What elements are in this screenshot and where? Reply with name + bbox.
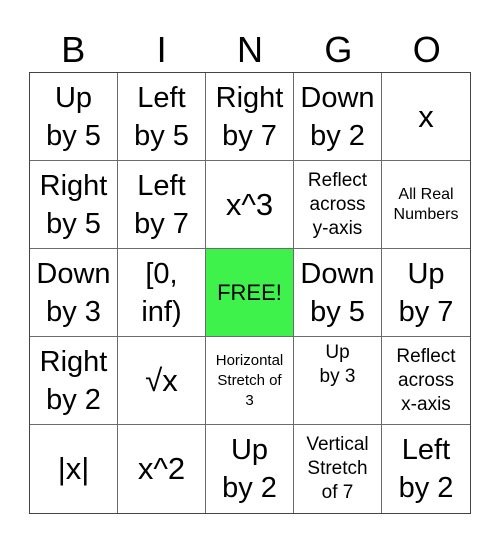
cell-label: Reflect across x-axis (396, 345, 456, 415)
cell-label: Right by 7 (215, 81, 284, 152)
bingo-cell[interactable]: Horizontal Stretch of 3 (206, 337, 294, 425)
bingo-cell[interactable]: All Real Numbers (382, 161, 470, 249)
cell-label: [0, inf) (141, 257, 182, 328)
cell-label: √x (145, 362, 178, 398)
header-letter-g: G (324, 29, 353, 70)
header-letter-o: O (412, 29, 441, 70)
bingo-card-grid: Up by 5 Left by 5 Right by 7 Down by 2 x Righ… (29, 72, 471, 514)
bingo-cell[interactable]: Up by 7 (382, 249, 470, 337)
cell-label: Left by 7 (134, 169, 189, 240)
cell-label: All Real Numbers (393, 185, 459, 223)
cell-label: Reflect across y-axis (307, 169, 368, 239)
cell-label: x^3 (225, 186, 274, 222)
cell-label: Left by 2 (398, 434, 454, 504)
cell-label: Up by 3 (319, 342, 356, 387)
cell-label: x (418, 98, 434, 134)
cell-label: Right by 5 (39, 169, 108, 240)
cell-label: Up by 7 (398, 257, 454, 328)
cell-label: Down by 3 (36, 257, 111, 328)
bingo-cell[interactable]: Vertical Stretch of 7 (294, 425, 382, 513)
bingo-cell[interactable]: Left by 2 (382, 425, 470, 513)
bingo-cell[interactable]: Reflect across y-axis (294, 161, 382, 249)
bingo-cell[interactable]: Up by 3 (294, 337, 382, 425)
header-letter-n: N (236, 29, 263, 70)
header-letter-i: I (156, 29, 167, 70)
bingo-cell[interactable]: Reflect across x-axis (382, 337, 470, 425)
cell-label: FREE! (217, 279, 282, 305)
bingo-cell[interactable]: |x| (30, 425, 118, 513)
bingo-cell[interactable]: Down by 5 (294, 249, 382, 337)
cell-label: Vertical Stretch of 7 (306, 434, 369, 503)
bingo-header: B I N G O (29, 28, 471, 72)
bingo-cell[interactable]: x^2 (118, 425, 206, 513)
bingo-cell[interactable]: Down by 3 (30, 249, 118, 337)
cell-label: Down by 5 (300, 257, 375, 328)
cell-label: Down by 2 (300, 81, 375, 152)
free-space-cell[interactable]: FREE! (206, 249, 294, 337)
cell-label: x^2 (137, 451, 186, 486)
cell-label: Up by 5 (46, 81, 101, 152)
cell-label: Up by 2 (222, 434, 277, 504)
bingo-cell[interactable]: Left by 5 (118, 73, 206, 161)
cell-label: Horizontal Stretch of 3 (215, 351, 284, 409)
cell-label: Left by 5 (134, 81, 189, 152)
bingo-cell[interactable]: Up by 5 (30, 73, 118, 161)
bingo-cell[interactable]: Right by 5 (30, 161, 118, 249)
bingo-cell[interactable]: Right by 2 (30, 337, 118, 425)
bingo-cell[interactable]: Up by 2 (206, 425, 294, 513)
bingo-cell[interactable]: Left by 7 (118, 161, 206, 249)
cell-label: Right by 2 (39, 345, 108, 416)
bingo-cell[interactable]: √x (118, 337, 206, 425)
cell-label: |x| (57, 451, 90, 486)
bingo-cell[interactable]: x^3 (206, 161, 294, 249)
bingo-cell[interactable]: Right by 7 (206, 73, 294, 161)
header-letter-b: B (61, 29, 86, 70)
bingo-cell[interactable]: Down by 2 (294, 73, 382, 161)
bingo-cell[interactable]: x (382, 73, 470, 161)
bingo-cell[interactable]: [0, inf) (118, 249, 206, 337)
